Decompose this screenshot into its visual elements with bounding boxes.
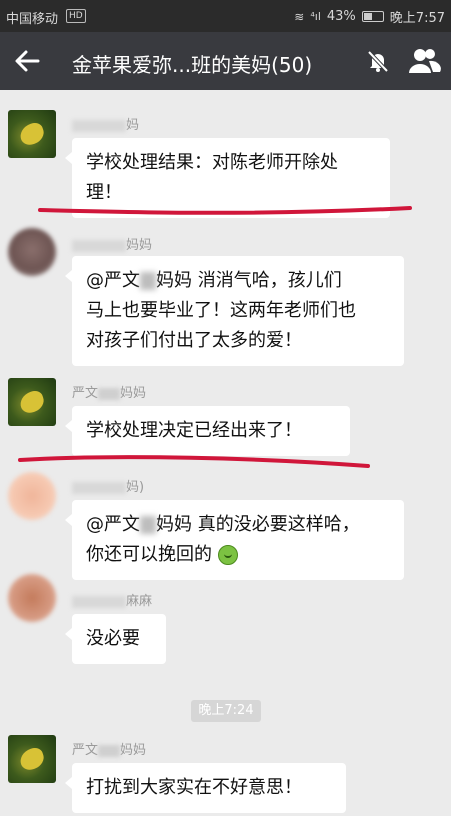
message-text-line: 马上也要毕业了！这两年老师们也 <box>86 300 356 321</box>
battery-icon <box>361 11 384 22</box>
message-bubble[interactable]: 学校处理结果：对陈老师开除处 理！ <box>65 138 390 218</box>
sender-name: 严文 妈妈 <box>72 743 147 758</box>
avatar[interactable] <box>8 378 56 426</box>
back-arrow-icon[interactable] <box>12 46 42 76</box>
message-bubble[interactable]: 没必要 <box>65 614 166 664</box>
message-text-line: 对孩子们付出了太多的爱！ <box>86 330 302 351</box>
message-bubble[interactable]: 学校处理决定已经出来了！ <box>65 406 350 456</box>
hd-badge: HD <box>66 9 86 23</box>
avatar[interactable] <box>8 574 56 622</box>
chat-title: 金苹果爱弥...班的美妈(50) <box>72 53 313 77</box>
sender-name: 妈) <box>72 476 144 495</box>
clock: 晚上7:57 <box>389 11 445 26</box>
avatar[interactable] <box>8 472 56 520</box>
mute-bell-icon[interactable] <box>365 48 391 74</box>
battery-percent: 43% <box>326 9 356 24</box>
message-bubble[interactable]: @严文 妈妈 真的没必要这样哈， 你还可以挽回的 <box>65 500 404 580</box>
message-text-line: 打扰到大家实在不好意思！ <box>86 777 302 798</box>
smiley-emoji-icon <box>217 545 238 565</box>
message-text-line: 没必要 <box>86 628 140 649</box>
message-text-line: 学校处理决定已经出来了！ <box>86 420 302 441</box>
avatar[interactable] <box>8 228 56 276</box>
sender-name: 严文 妈妈 <box>72 386 147 401</box>
message-text-line: 理！ <box>86 182 122 203</box>
message-bubble[interactable]: 打扰到大家实在不好意思！ <box>65 763 346 813</box>
chat-header: 金苹果爱弥...班的美妈(50) <box>0 32 451 90</box>
time-divider: 晚上7:24 <box>191 700 261 722</box>
avatar[interactable] <box>8 735 56 783</box>
message-text-line: 你还可以挽回的 <box>86 540 390 570</box>
carrier-label: 中国移动 <box>6 12 59 27</box>
status-bar: 中国移动 HD ≋ ⁴ıl 43% 晚上7:57 <box>0 0 451 32</box>
sender-name: 妈 <box>72 114 139 133</box>
message-text-line: @严文 妈妈 真的没必要这样哈， <box>86 514 360 535</box>
status-right: ≋ ⁴ıl 43% 晚上7:57 <box>294 7 445 26</box>
sender-name: 麻麻 <box>72 590 152 609</box>
wifi-icon: ≋ <box>294 9 305 24</box>
group-members-icon[interactable] <box>407 46 441 76</box>
sender-name: 妈妈 <box>72 234 152 253</box>
message-text-line: @严文 妈妈 消消气哈，孩儿们 <box>86 270 342 291</box>
message-text-line: 学校处理结果：对陈老师开除处 <box>86 152 338 173</box>
signal-icon: ⁴ıl <box>310 10 321 23</box>
message-bubble[interactable]: @严文 妈妈 消消气哈，孩儿们 马上也要毕业了！这两年老师们也 对孩子们付出了太多… <box>65 256 404 366</box>
avatar[interactable] <box>8 110 56 158</box>
